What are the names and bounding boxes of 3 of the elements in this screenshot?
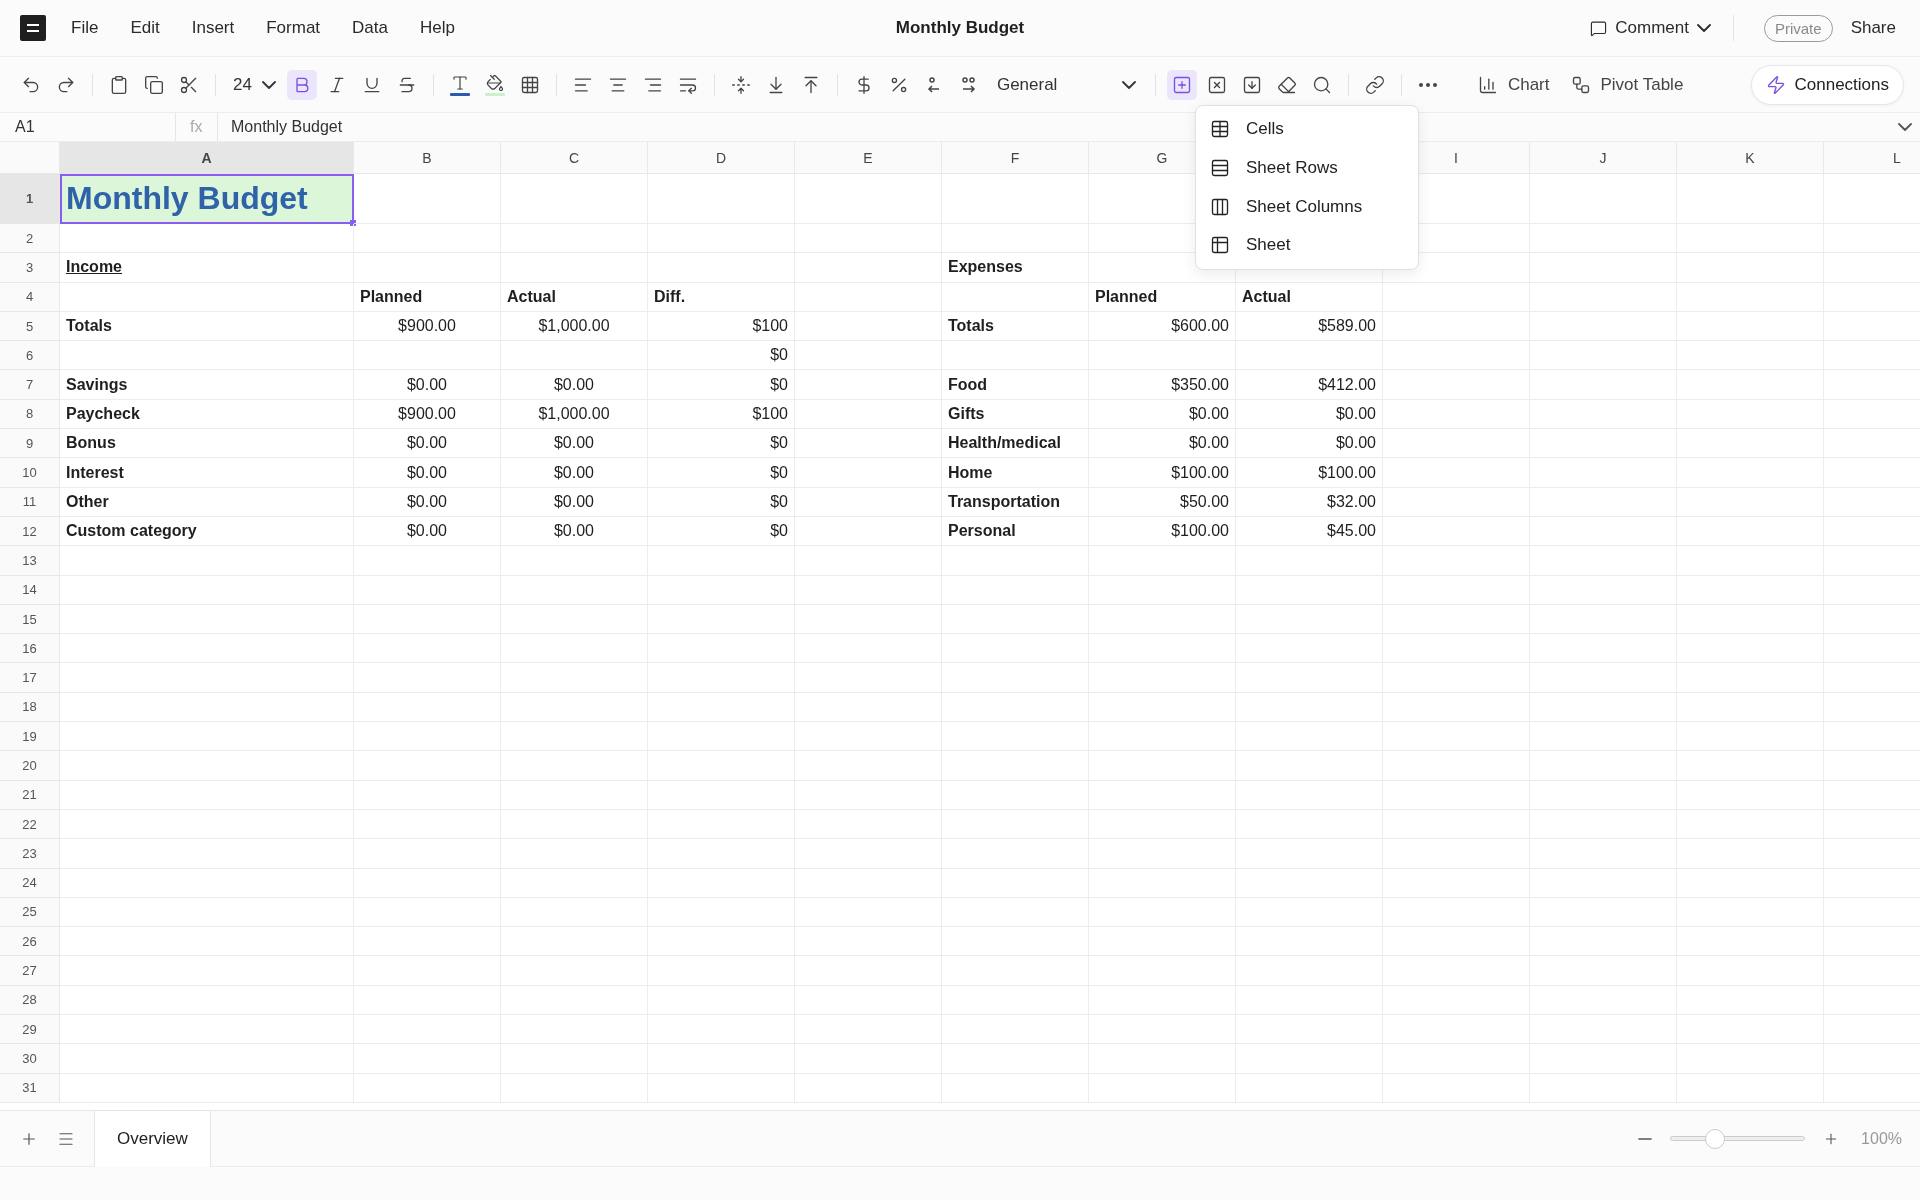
document-title: Monthly Budget <box>895 18 1025 38</box>
fx-label: fx <box>176 113 218 141</box>
zoom-level: 100% <box>1861 1129 1902 1148</box>
